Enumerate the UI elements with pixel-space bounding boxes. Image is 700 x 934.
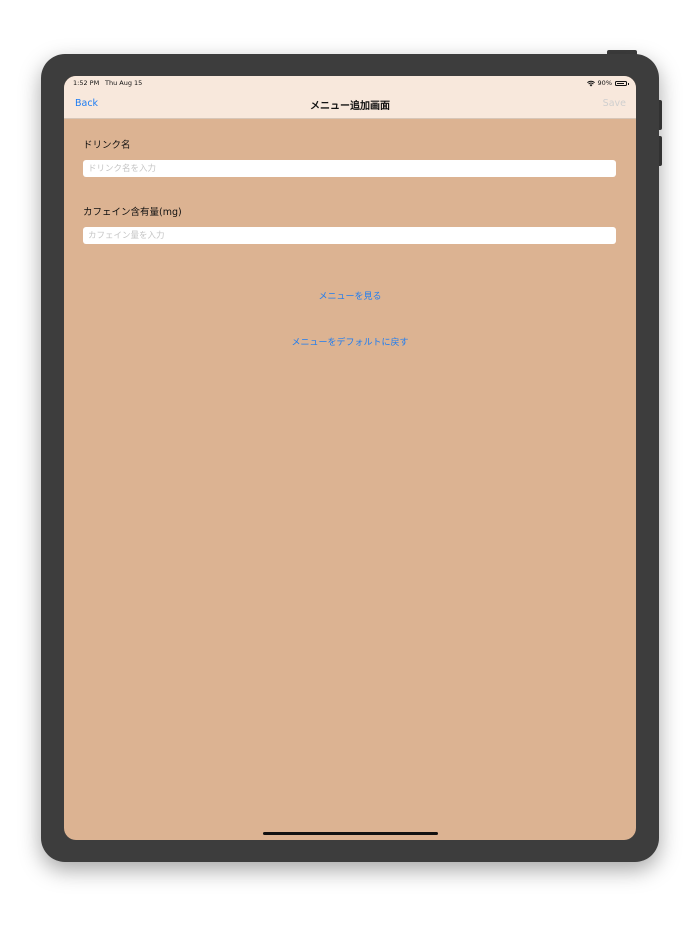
battery-level — [617, 82, 625, 84]
app-screen: 1:52 PM Thu Aug 15 90% Back メニュー追加画面 Sav… — [64, 76, 636, 840]
navigation-bar: 1:52 PM Thu Aug 15 90% Back メニュー追加画面 Sav… — [64, 76, 636, 119]
status-indicators: 90% — [586, 79, 629, 87]
drink-name-label: ドリンク名 — [83, 140, 131, 151]
wifi-icon — [586, 80, 595, 87]
caffeine-input[interactable] — [83, 227, 616, 244]
reset-menu-button[interactable]: メニューをデフォルトに戻す — [64, 335, 636, 348]
status-time: 1:52 PM — [73, 79, 100, 87]
home-indicator[interactable] — [263, 832, 438, 835]
status-date: Thu Aug 15 — [105, 79, 143, 87]
view-menu-button[interactable]: メニューを見る — [64, 289, 636, 302]
caffeine-label: カフェイン含有量(mg) — [83, 207, 182, 218]
battery-icon — [615, 80, 629, 86]
page-title: メニュー追加画面 — [310, 101, 390, 112]
battery-percent: 90% — [597, 79, 612, 87]
save-button[interactable]: Save — [603, 98, 626, 109]
drink-name-input[interactable] — [83, 160, 616, 177]
